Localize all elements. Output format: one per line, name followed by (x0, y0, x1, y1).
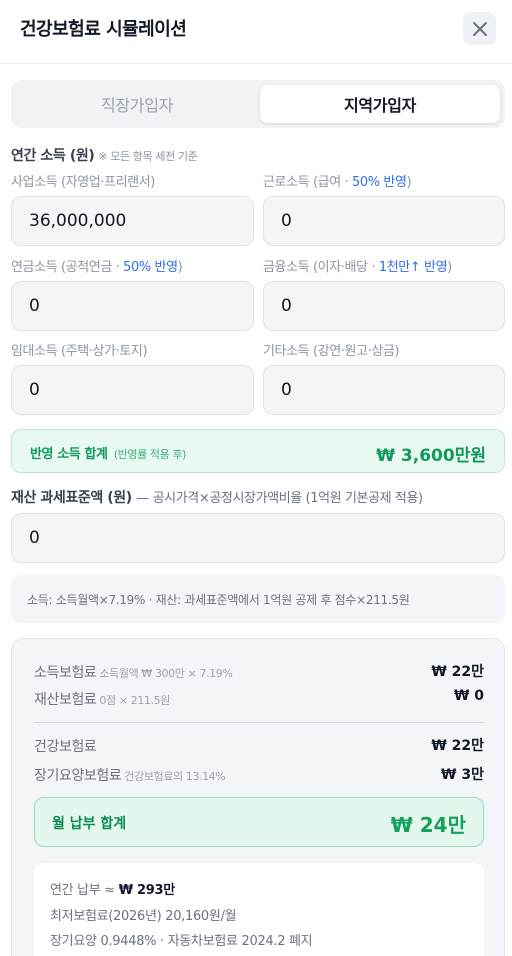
earned-income-input[interactable]: 0 (263, 196, 505, 246)
business-income-label: 사업소득 (자영업·프리랜서) (11, 175, 155, 190)
health-premium-row: 건강보험료 ₩ 22만 (34, 734, 484, 756)
income-total-note: (반영률 적용 후) (113, 448, 187, 461)
ltc-premium-title: 장기요양보험료 (34, 768, 122, 784)
formula-note: 소득: 소득월액×7.19% · 재산: 과세표준액에서 1억원 공제 후 점수… (11, 575, 505, 623)
ltc-premium-row: 장기요양보험료 건강보험료의 13.14% ₩ 3만 (34, 763, 484, 785)
result-card: 소득보험료 소득월액 ₩ 300만 × 7.19% ₩ 22만 재산보험료 0점 ×… (11, 638, 505, 956)
income-total-value: ₩ 3,600만원 (376, 446, 486, 466)
property-premium-sub: 0점 × 211.5원 (99, 694, 170, 707)
pension-income-input[interactable]: 0 (11, 281, 254, 331)
health-premium-label: 건강보험료 (34, 739, 97, 755)
pension-income-label-suffix: ) (177, 260, 183, 275)
tab-regional[interactable]: 지역가입자 (260, 85, 500, 123)
monthly-total-box: 월 납부 합계 ₩ 24만 (34, 797, 484, 847)
property-tax-base-input[interactable]: 0 (11, 513, 505, 563)
other-income-input[interactable]: 0 (263, 365, 505, 415)
earned-income-label-suffix: ) (406, 175, 412, 190)
income-note: ※ 모든 항목 세전 기준 (98, 150, 198, 163)
property-premium-label: 재산보험료 0점 × 211.5원 (34, 689, 170, 709)
income-premium-title: 소득보험료 (34, 665, 97, 681)
financial-income-label-prefix: 금융소득 (이자·배당 · (263, 260, 379, 275)
rental-income-input[interactable]: 0 (11, 365, 254, 415)
business-income-input[interactable]: 36,000,000 (11, 196, 254, 246)
property-premium-title: 재산보험료 (34, 692, 97, 708)
ltc-premium-value: ₩ 3만 (441, 767, 484, 783)
property-section-title: 재산 과세표준액 (원) — 공시가격×공정시장가액비율 (1억원 기본공제 적… (11, 487, 423, 507)
divider (34, 722, 484, 723)
health-premium-value: ₩ 22만 (431, 738, 484, 754)
financial-income-label: 금융소득 (이자·배당 · 1천만↑ 반영) (263, 256, 452, 275)
income-title: 연간 소득 (원) (11, 148, 95, 164)
annual-payment-label: 연간 납부 ≈ (50, 883, 119, 898)
ltc-premium-sub: 건강보험료의 13.14% (124, 770, 226, 783)
income-total-title: 반영 소득 합계 (30, 447, 108, 462)
earned-income-label: 근로소득 (급여 · 50% 반영) (263, 171, 412, 190)
financial-income-label-suffix: ) (447, 260, 452, 275)
income-premium-row: 소득보험료 소득월액 ₩ 300만 × 7.19% ₩ 22만 (34, 660, 484, 682)
property-desc: — 공시가격×공정시장가액비율 (1억원 기본공제 적용) (136, 491, 423, 506)
ltc-rate-note: 장기요양 0.9448% · 자동차보험료 2024.2 폐지 (50, 934, 313, 949)
rental-income-label: 임대소득 (주택·상가·토지) (11, 344, 148, 359)
subscriber-type-tabs: 직장가입자 지역가입자 (11, 80, 505, 128)
modal-header: 건강보험료 시뮬레이션 (0, 0, 512, 64)
property-premium-row: 재산보험료 0점 × 211.5원 ₩ 0 (34, 687, 484, 709)
annual-payment-value: ₩ 293만 (118, 883, 175, 898)
ltc-premium-label: 장기요양보험료 건강보험료의 13.14% (34, 765, 226, 785)
property-premium-value: ₩ 0 (453, 688, 484, 704)
income-premium-sub: 소득월액 ₩ 300만 × 7.19% (99, 667, 233, 680)
min-premium-note: 최저보험료(2026년) 20,160원/월 (50, 909, 237, 924)
financial-income-label-highlight: 1천만↑ 반영 (378, 260, 448, 275)
other-income-label: 기타소득 (강연·원고·상금) (263, 344, 400, 359)
property-title: 재산 과세표준액 (원) (11, 490, 132, 506)
tab-employee[interactable]: 직장가입자 (16, 85, 258, 123)
earned-income-label-prefix: 근로소득 (급여 · (263, 175, 352, 190)
close-button[interactable] (463, 12, 496, 45)
pension-income-label-highlight: 50% 반영 (123, 260, 178, 275)
financial-income-input[interactable]: 0 (263, 281, 505, 331)
close-icon (472, 21, 487, 36)
info-box: 연간 납부 ≈ ₩ 293만 최저보험료(2026년) 20,160원/월 장기… (34, 863, 484, 956)
income-premium-value: ₩ 22만 (431, 664, 484, 680)
income-section-title: 연간 소득 (원) ※ 모든 항목 세전 기준 (11, 145, 198, 165)
monthly-total-label: 월 납부 합계 (52, 816, 127, 832)
income-premium-label: 소득보험료 소득월액 ₩ 300만 × 7.19% (34, 662, 233, 682)
income-total-box: 반영 소득 합계 (반영률 적용 후) ₩ 3,600만원 (11, 429, 505, 473)
pension-income-label: 연금소득 (공적연금 · 50% 반영) (11, 256, 183, 275)
earned-income-label-highlight: 50% 반영 (351, 175, 407, 190)
income-total-label: 반영 소득 합계 (반영률 적용 후) (30, 443, 186, 462)
page-title: 건강보험료 시뮬레이션 (20, 19, 187, 40)
monthly-total-value: ₩ 24만 (390, 813, 466, 837)
annual-payment: 연간 납부 ≈ ₩ 293만 (50, 879, 175, 898)
pension-income-label-prefix: 연금소득 (공적연금 · (11, 260, 124, 275)
